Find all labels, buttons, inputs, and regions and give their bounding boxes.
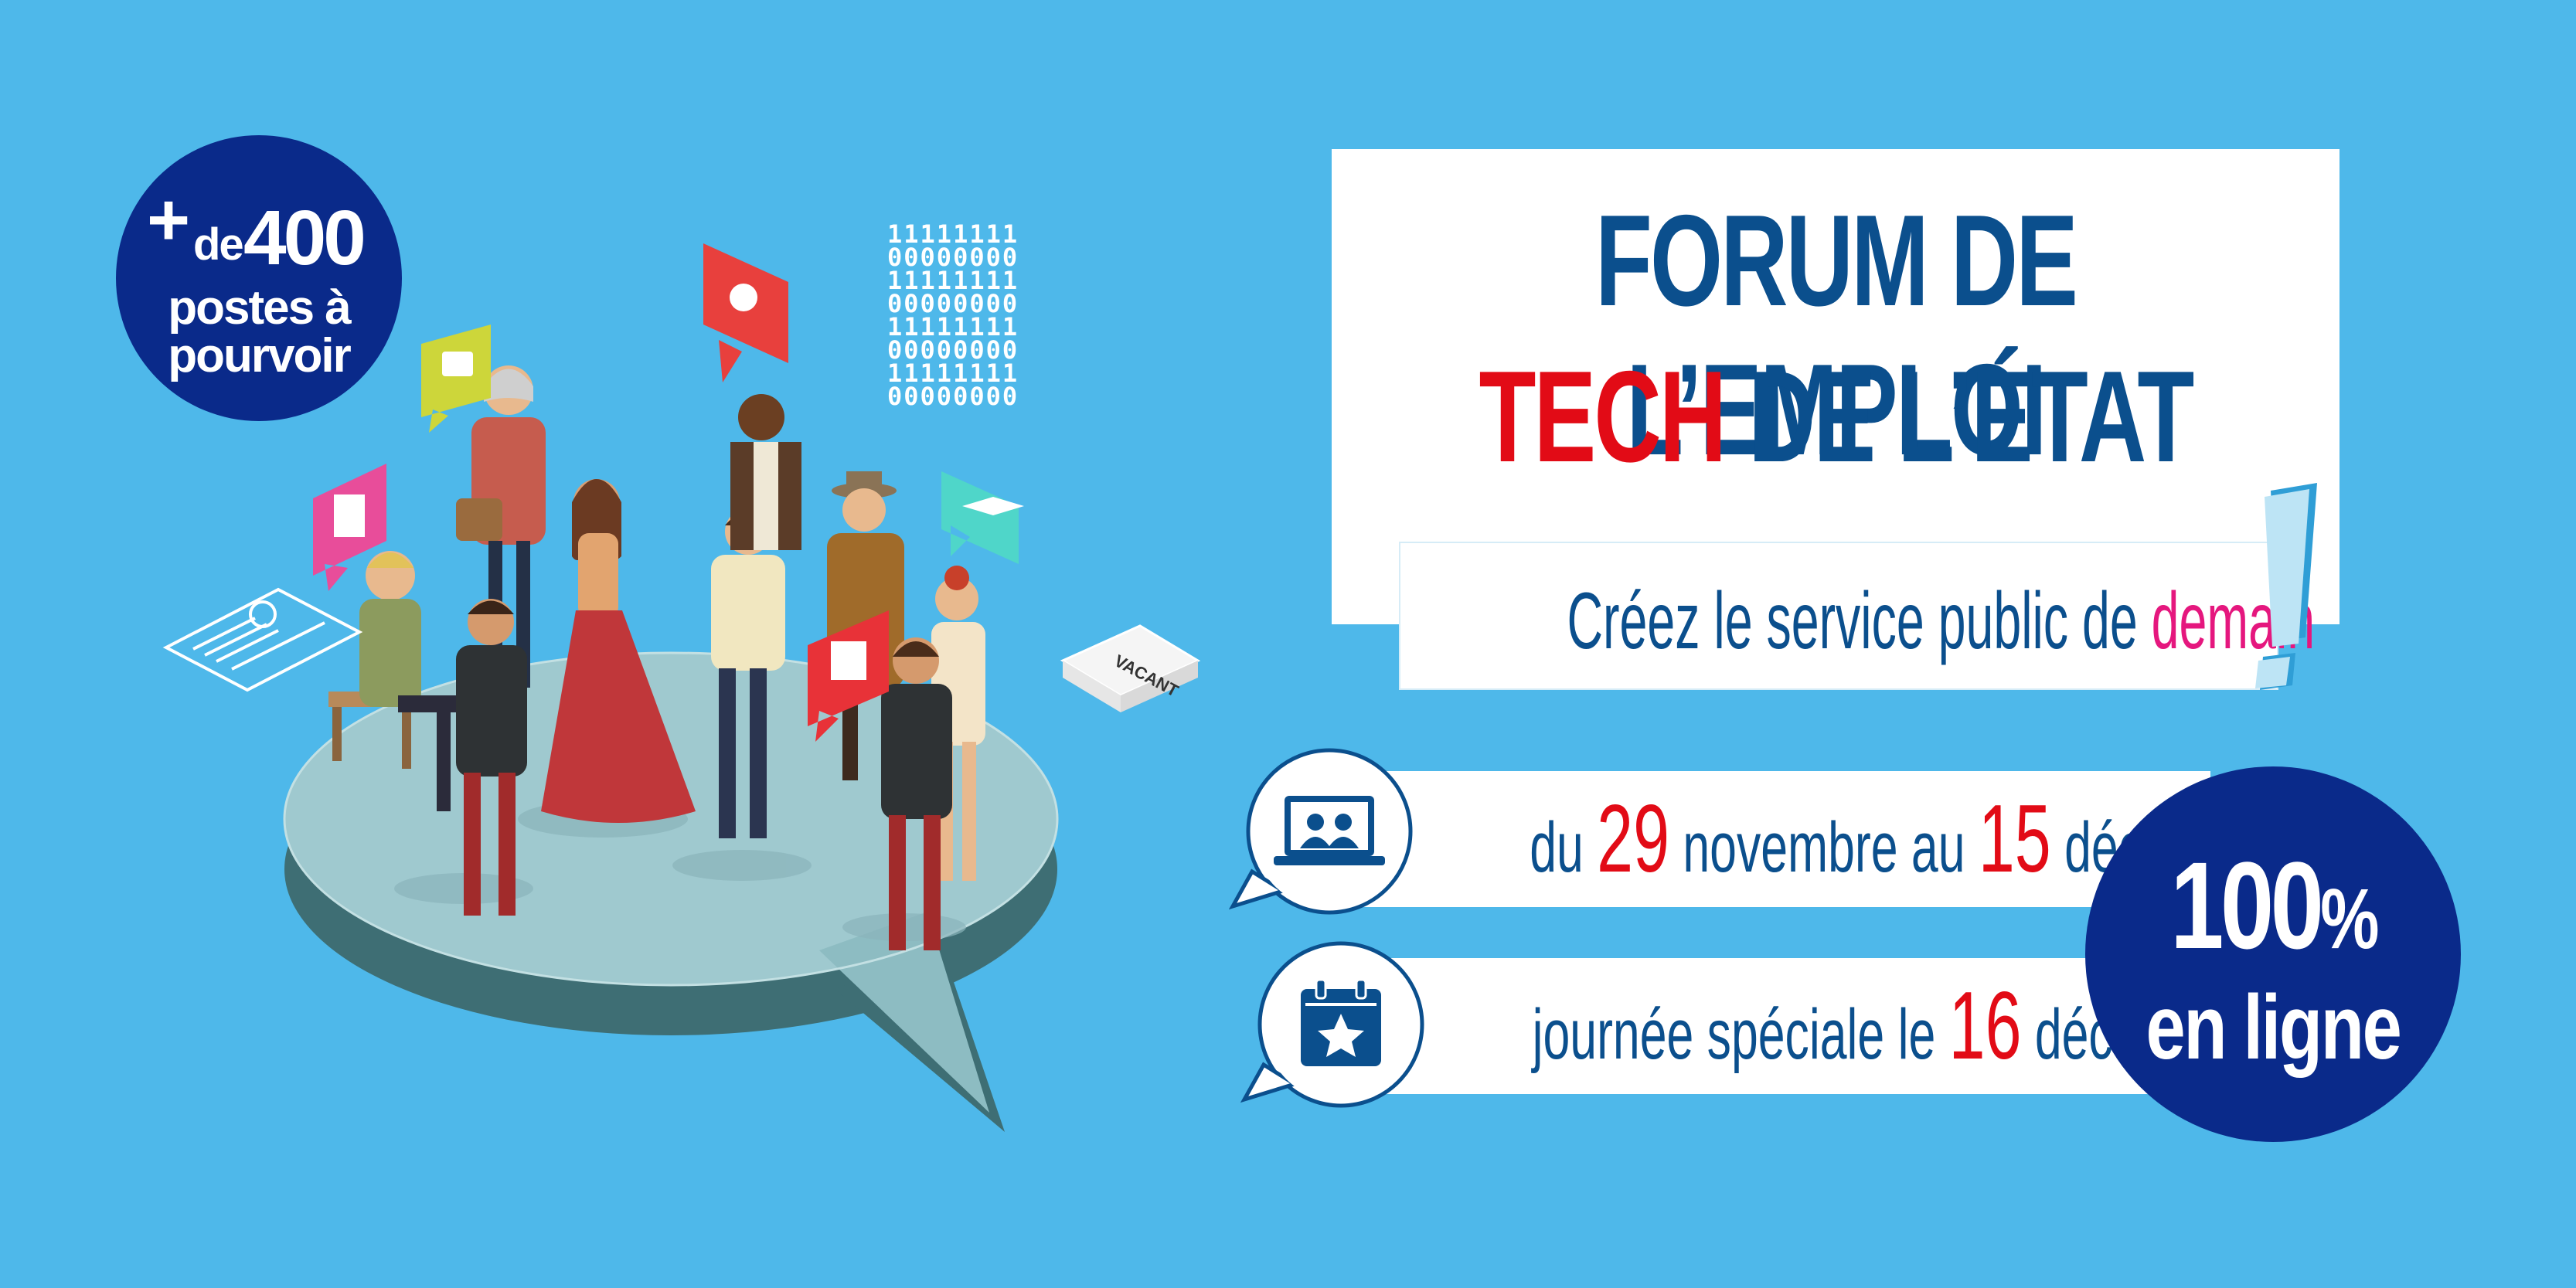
document-icon [334, 494, 365, 537]
online-badge: 100% en ligne [2085, 766, 2461, 1142]
subtitle: Créez le service public de demain [1567, 576, 2316, 666]
special-day: 16 [1948, 973, 2022, 1079]
subtitle-box: Créez le service public de demain [1400, 543, 2316, 688]
calendar-bubble [1240, 941, 1424, 1108]
briefcase-icon [442, 352, 473, 376]
certificate-icon [831, 641, 866, 680]
online-label: en ligne [2146, 977, 2401, 1079]
positions-badge: + de 400 postes à pourvoir [116, 135, 402, 421]
date-range-bar: du 29 novembre au 15 décembre [1345, 771, 2279, 907]
video-conference-bubble [1229, 748, 1413, 915]
positions-count: 400 [243, 195, 366, 281]
special-day-text: journée spéciale le 16 décembre [1532, 973, 2250, 1079]
badge-line-2: postes à [168, 281, 352, 335]
lightbulb-icon [730, 284, 757, 311]
end-day: 15 [1978, 786, 2051, 892]
online-percent: 100% [2170, 836, 2379, 974]
calendar-star-icon [1301, 978, 1381, 1066]
vacant-sign: VACANT [1060, 624, 1201, 712]
date-range-text: du 29 novembre au 15 décembre [1530, 786, 2279, 892]
video-conference-icon [1274, 796, 1385, 865]
badge-de: de [193, 219, 244, 270]
badge-line-3: pourvoir [168, 329, 351, 382]
binary-pattern: 11111111 00000000 11111111 00000000 11111111… [887, 219, 1019, 411]
title-line-2: TECH DE L’ÉTAT [1473, 342, 2199, 491]
exclamation-icon [2255, 483, 2317, 690]
title-line-2-rest: DE L’ÉTAT [1724, 344, 2194, 489]
document-drawing [162, 587, 363, 692]
plus-sign: + [147, 178, 191, 261]
title-highlight: TECH [1479, 344, 1727, 489]
start-day: 29 [1597, 786, 1669, 892]
